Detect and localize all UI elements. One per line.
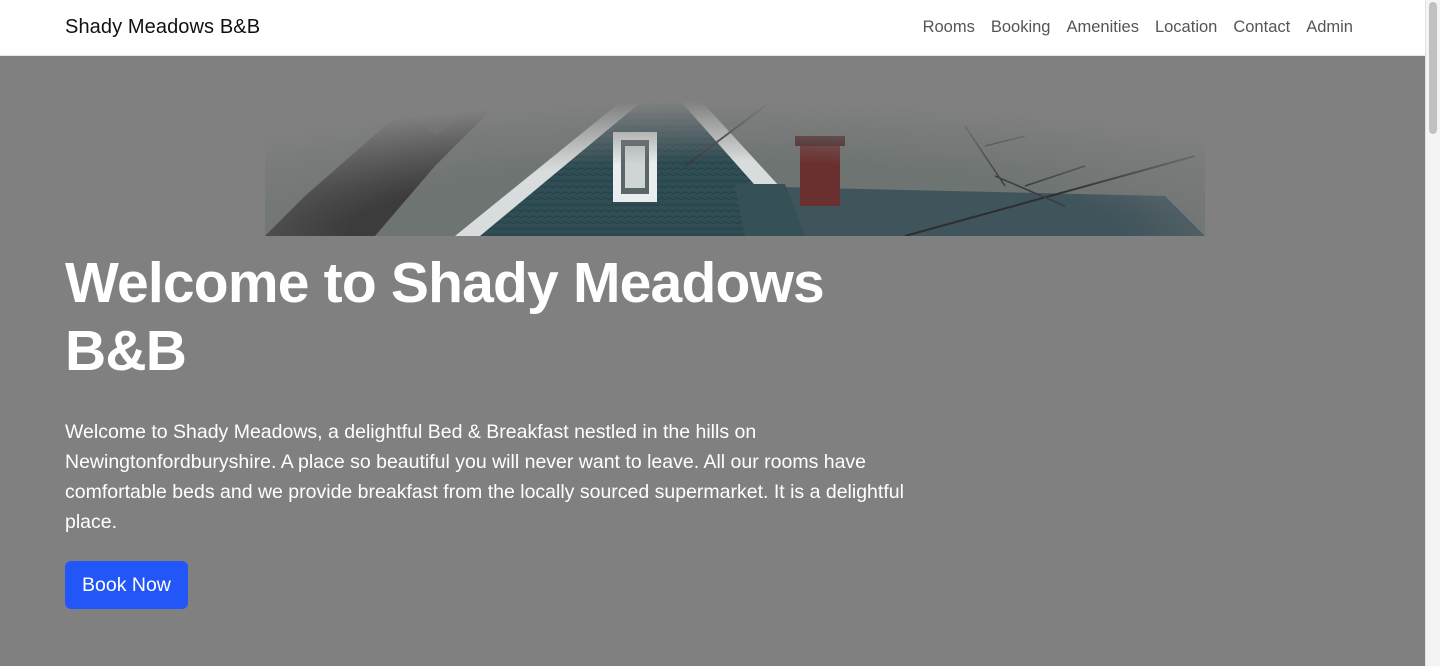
hero-description: Welcome to Shady Meadows, a delightful B… [65,421,904,533]
nav-item-amenities: Amenities [1067,18,1139,37]
book-now-button[interactable]: Book Now [65,561,188,609]
nav-item-admin: Admin [1306,18,1353,37]
nav-link-booking[interactable]: Booking [991,18,1051,36]
hero-content: Welcome to Shady Meadows B&B Welcome to … [65,249,915,609]
hero-title: Welcome to Shady Meadows B&B [65,251,825,383]
nav-links: Rooms Booking Amenities Location Contact… [923,18,1353,37]
nav-item-contact: Contact [1233,18,1290,37]
scrollbar-thumb[interactable] [1429,2,1437,134]
nav-item-location: Location [1155,18,1217,37]
vertical-scrollbar[interactable] [1425,0,1440,666]
brand-link[interactable]: Shady Meadows B&B [65,16,260,39]
hero-section: Welcome to Shady Meadows B&B Welcome to … [0,56,1425,666]
hero-house-image [265,56,1205,236]
nav-item-rooms: Rooms [923,18,975,37]
nav-link-contact[interactable]: Contact [1233,18,1290,36]
nav-link-location[interactable]: Location [1155,18,1217,36]
nav-link-amenities[interactable]: Amenities [1067,18,1139,36]
navbar: Shady Meadows B&B Rooms Booking Amenitie… [0,0,1425,56]
nav-item-booking: Booking [991,18,1051,37]
nav-link-admin[interactable]: Admin [1306,18,1353,36]
nav-link-rooms[interactable]: Rooms [923,18,975,36]
